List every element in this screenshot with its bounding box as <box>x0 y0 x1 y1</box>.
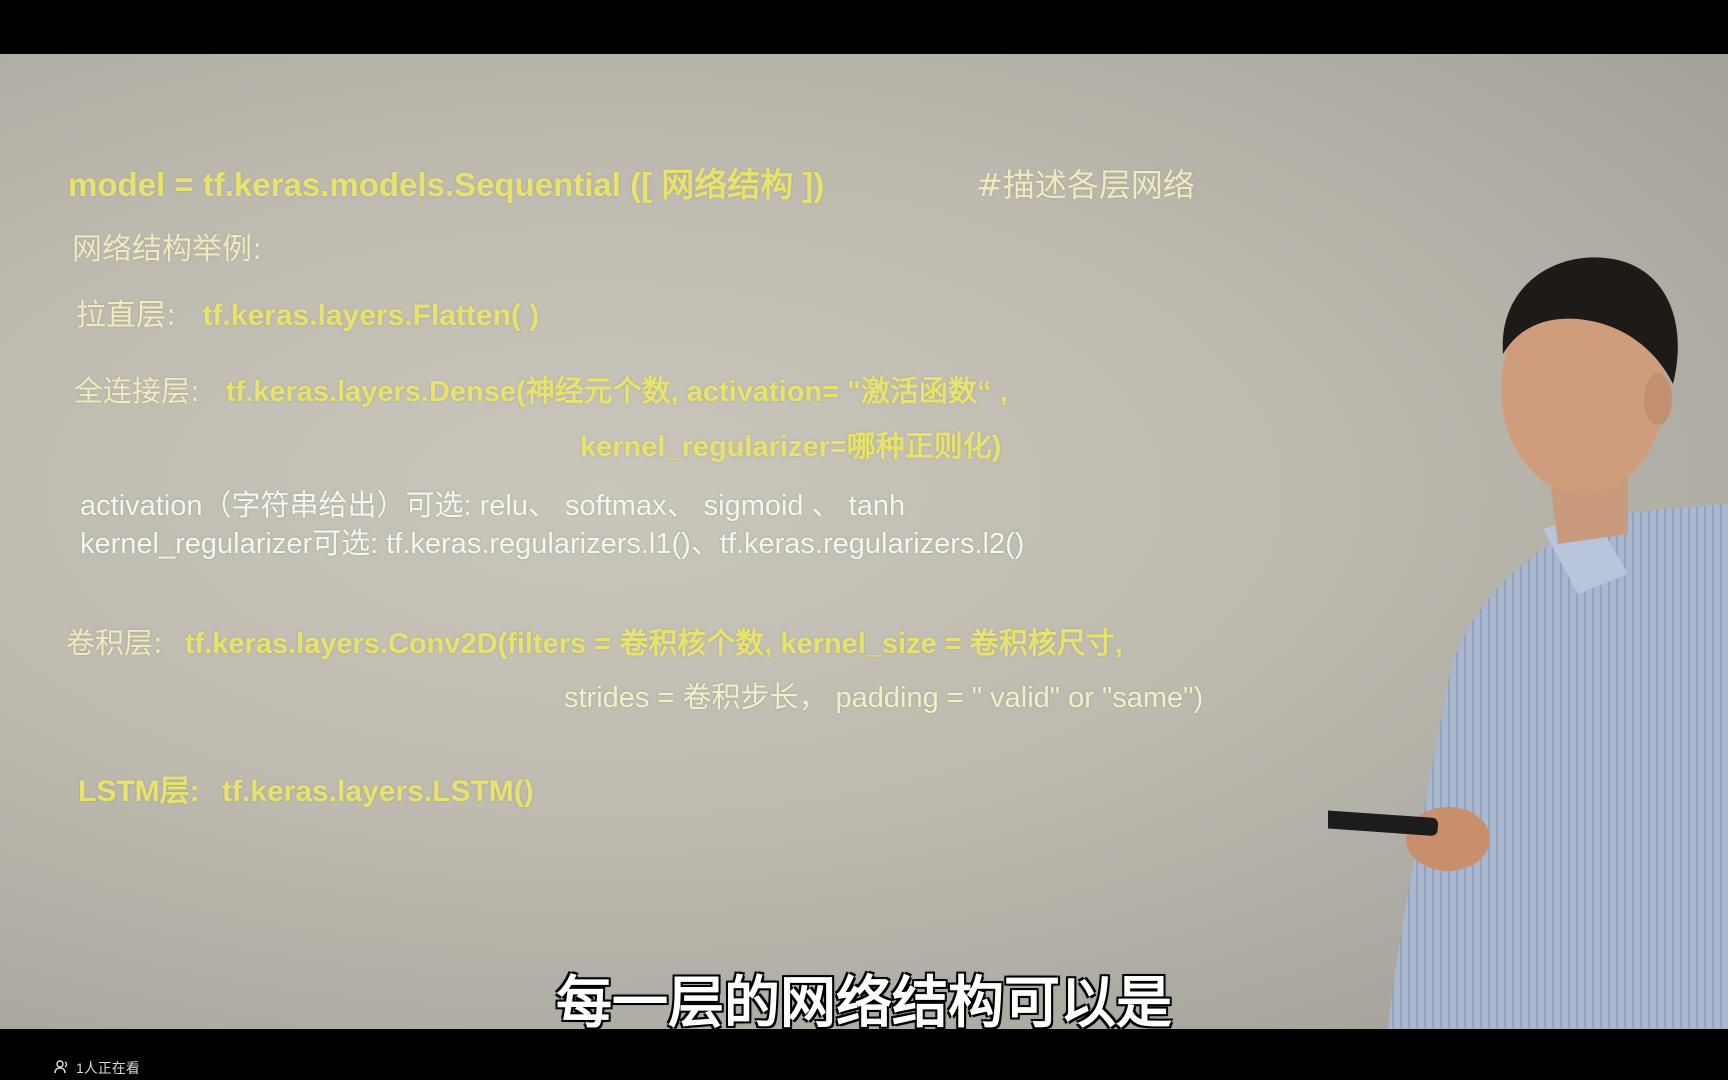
viewer-count: 1人正在看 <box>76 1060 140 1076</box>
dense-code-line1: tf.keras.layers.Dense(神经元个数, activation=… <box>225 376 1008 408</box>
conv-code-line1: tf.keras.layers.Conv2D(filters = 卷积核个数, … <box>184 628 1123 660</box>
video-player[interactable]: model = tf.keras.models.Sequential ([ 网络… <box>0 54 1728 1029</box>
activation-options: activation（字符串给出）可选: relu、 softmax、 sigm… <box>80 490 906 522</box>
viewers-icon <box>54 1059 70 1077</box>
presenter-image <box>1328 257 1728 1029</box>
examples-title: 网络结构举例: <box>72 232 263 267</box>
top-letterbox <box>0 0 1728 54</box>
flatten-label: 拉直层: <box>76 298 177 333</box>
model-code: model = tf.keras.models.Sequential ([ 网络… <box>68 166 825 203</box>
lstm-label: LSTM层: <box>78 775 200 808</box>
lstm-code: tf.keras.layers.LSTM() <box>221 775 534 808</box>
bottom-bar <box>0 1029 1728 1080</box>
conv-code-line2: strides = 卷积步长， padding = " valid" or "s… <box>564 682 1204 714</box>
regularizer-options: kernel_regularizer可选: tf.keras.regulariz… <box>80 528 1025 560</box>
dense-code-line2: kernel_regularizer=哪种正则化) <box>580 431 1002 463</box>
conv-label: 卷积层: <box>66 626 163 660</box>
viewer-count-indicator: 1人正在看 <box>54 1058 140 1078</box>
dense-label: 全连接层: <box>74 374 200 408</box>
model-comment: #描述各层网络 <box>976 166 1195 204</box>
subtitle: 每一层的网络结构可以是 <box>556 971 1172 1029</box>
flatten-code: tf.keras.layers.Flatten( ) <box>202 299 540 332</box>
